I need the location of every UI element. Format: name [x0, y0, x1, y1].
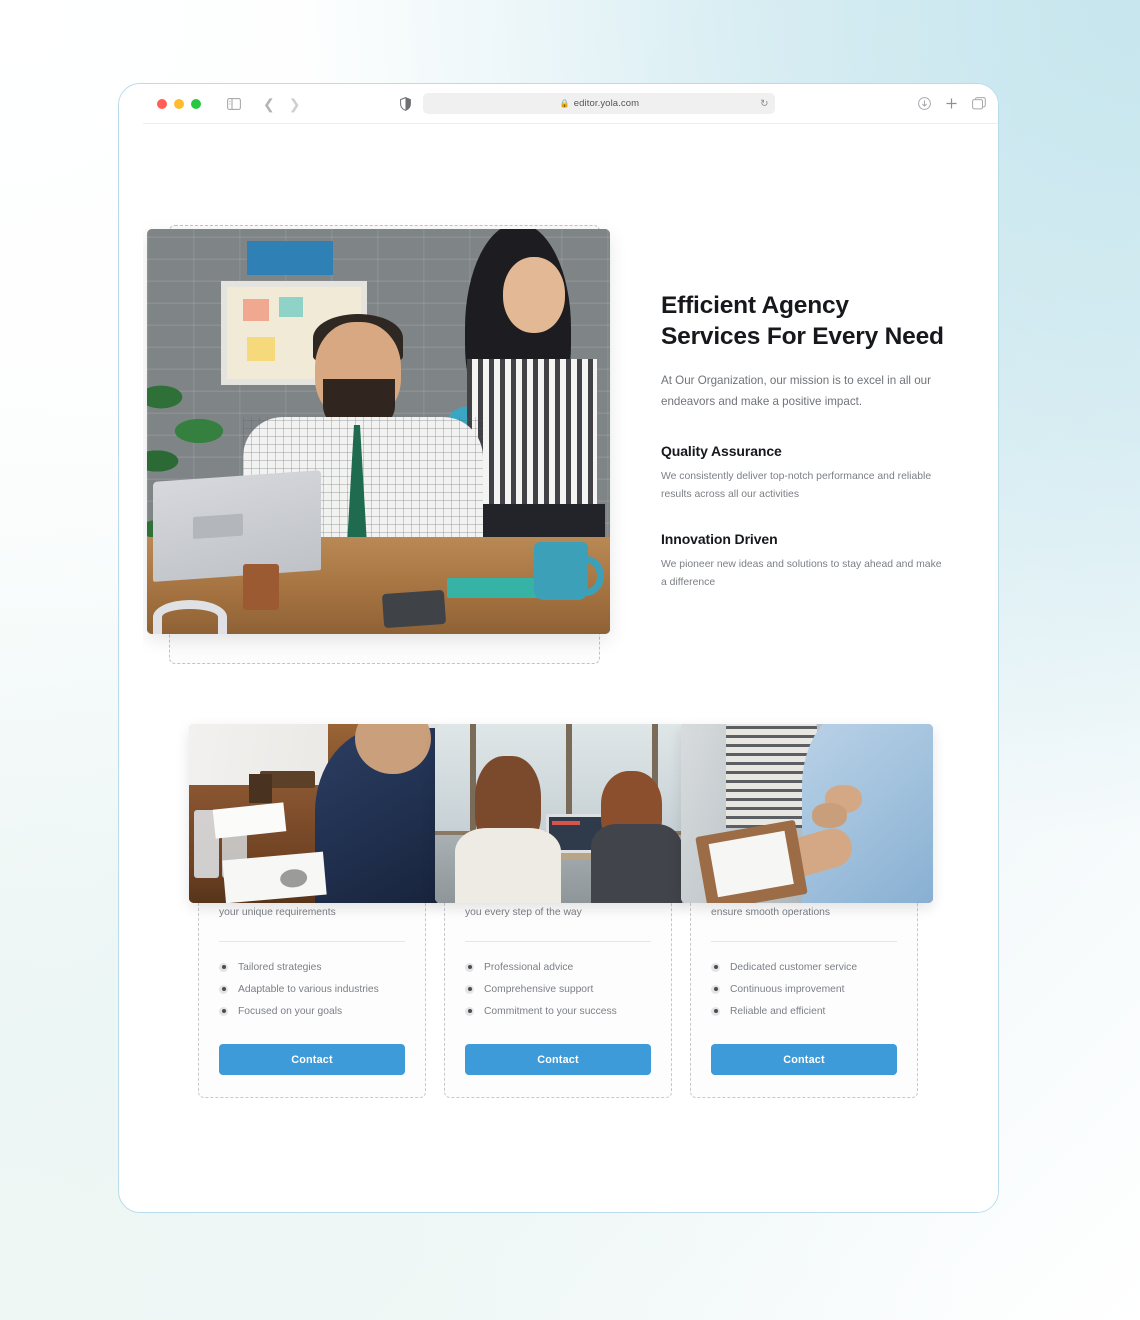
bullet-icon — [465, 962, 474, 972]
contact-button[interactable]: Contact — [465, 1044, 651, 1076]
card-image[interactable] — [189, 724, 441, 903]
list-item-label: Continuous improvement — [730, 983, 845, 995]
list-item-label: Professional advice — [484, 961, 574, 973]
card-divider — [711, 941, 897, 943]
browser-window-content: ❮ ❯ 🔒 editor.yola.com ↻ Efficient Agency… — [143, 84, 998, 1212]
sidebar-toggle-icon[interactable] — [227, 97, 241, 110]
bullet-icon — [711, 962, 720, 972]
list-item-label: Focused on your goals — [238, 1005, 343, 1017]
card-photo-artwork — [681, 724, 933, 903]
list-item: Focused on your goals — [219, 1000, 405, 1022]
feature-title: Innovation Driven — [661, 530, 778, 547]
contact-button[interactable]: Contact — [219, 1044, 405, 1076]
standing-woman-striped-top — [467, 359, 597, 509]
bullet-icon — [465, 984, 474, 994]
forward-button[interactable]: ❯ — [289, 97, 301, 111]
sticky-note — [243, 299, 269, 321]
contact-button[interactable]: Contact — [711, 1044, 897, 1076]
browser-toolbar: ❮ ❯ 🔒 editor.yola.com ↻ — [143, 84, 998, 124]
hero-image[interactable] — [147, 229, 610, 634]
bullet-icon — [465, 1006, 474, 1016]
feature-text: We consistently deliver top-notch perfor… — [661, 471, 932, 500]
headphones — [153, 600, 227, 634]
notebook — [447, 578, 539, 598]
feature-quality-assurance: Quality Assurance We consistently delive… — [661, 443, 957, 504]
sticky-note — [279, 297, 303, 317]
back-button[interactable]: ❮ — [263, 97, 275, 111]
privacy-shield-icon[interactable] — [400, 96, 412, 111]
coffee-mug — [534, 542, 604, 600]
hero-image-block[interactable] — [147, 225, 610, 664]
list-item: Professional advice — [465, 956, 651, 978]
bullet-icon — [219, 1006, 228, 1016]
card-photo-artwork — [189, 724, 441, 903]
list-item: Adaptable to various industries — [219, 978, 405, 1000]
card-feature-list: Professional advice Comprehensive suppor… — [465, 956, 651, 1022]
sticky-note — [247, 337, 275, 361]
reload-icon[interactable]: ↻ — [760, 98, 768, 109]
list-item-label: Dedicated customer service — [730, 961, 858, 973]
plus-icon[interactable] — [945, 97, 958, 110]
minimize-window-button[interactable] — [174, 98, 184, 109]
list-item-label: Adaptable to various industries — [238, 983, 379, 995]
page-canvas: Efficient Agency Services For Every Need… — [143, 124, 998, 1212]
list-item: Comprehensive support — [465, 978, 651, 1000]
url-text: editor.yola.com — [573, 98, 640, 109]
card-image[interactable] — [681, 724, 933, 903]
card-feature-list: Tailored strategies Adaptable to various… — [219, 956, 405, 1022]
woman-one-blouse — [455, 827, 561, 903]
wall-poster — [247, 241, 333, 275]
card-feature-list: Dedicated customer service Continuous im… — [711, 956, 897, 1022]
card-image[interactable] — [435, 724, 687, 903]
hand — [812, 802, 848, 828]
bullet-icon — [219, 962, 228, 972]
list-item: Dedicated customer service — [711, 956, 897, 978]
hero-subtitle: At Our Organization, our mission is to e… — [661, 373, 931, 409]
hero-text-block: Efficient Agency Services For Every Need… — [661, 291, 957, 592]
feature-innovation-driven: Innovation Driven We pioneer new ideas a… — [661, 531, 957, 592]
hero-title-line-1: Efficient Agency — [661, 292, 849, 319]
list-item-label: Commitment to your success — [484, 1005, 617, 1017]
list-item: Tailored strategies — [219, 956, 405, 978]
pen-cup — [249, 774, 273, 803]
list-item: Commitment to your success — [465, 1000, 651, 1022]
navigation-arrows[interactable]: ❮ ❯ — [263, 97, 300, 111]
tab-overview-icon[interactable] — [972, 97, 986, 110]
list-item-label: Reliable and efficient — [730, 1005, 826, 1017]
standing-woman-face — [503, 257, 565, 333]
window-traffic-lights[interactable] — [157, 98, 201, 109]
list-item: Continuous improvement — [711, 978, 897, 1000]
page-title: Efficient Agency Services For Every Need — [661, 291, 957, 353]
close-window-button[interactable] — [157, 98, 167, 109]
service-card-expert-guidance[interactable]: Expert Guidance Our experienced team is … — [435, 724, 687, 1098]
hero-photo-artwork — [147, 229, 610, 634]
list-item-label: Tailored strategies — [238, 961, 322, 973]
browser-window: ❮ ❯ 🔒 editor.yola.com ↻ Efficient Agency… — [118, 83, 999, 1213]
list-item: Reliable and efficient — [711, 1000, 897, 1022]
list-item-label: Comprehensive support — [484, 983, 594, 995]
bullet-icon — [711, 984, 720, 994]
download-icon[interactable] — [918, 97, 931, 110]
pencil-holder — [243, 564, 279, 610]
toolbar-right-actions[interactable] — [918, 97, 986, 110]
feature-title: Quality Assurance — [661, 443, 782, 460]
maximize-window-button[interactable] — [191, 98, 201, 109]
feature-text: We pioneer new ideas and solutions to st… — [661, 558, 942, 588]
service-card-custom-solutions[interactable]: Custom Solutions We provide personalized… — [189, 724, 441, 1098]
address-bar[interactable]: 🔒 editor.yola.com ↻ — [423, 93, 776, 114]
hero-title-line-2: Services For Every Need — [661, 322, 944, 350]
lock-icon: 🔒 — [559, 99, 570, 108]
clipboard-document — [222, 852, 327, 903]
bullet-icon — [219, 984, 228, 994]
bullet-icon — [711, 1006, 720, 1016]
card-divider — [219, 941, 405, 943]
smartphone — [381, 589, 447, 629]
laptop — [153, 470, 321, 582]
card-photo-artwork — [435, 724, 687, 903]
card-divider — [465, 941, 651, 943]
woman-two-sweater — [591, 824, 682, 903]
service-card-comprehensive-support[interactable]: Comprehensive Support We offer extensive… — [681, 724, 933, 1098]
service-cards-row: Custom Solutions We provide personalized… — [189, 724, 958, 1098]
